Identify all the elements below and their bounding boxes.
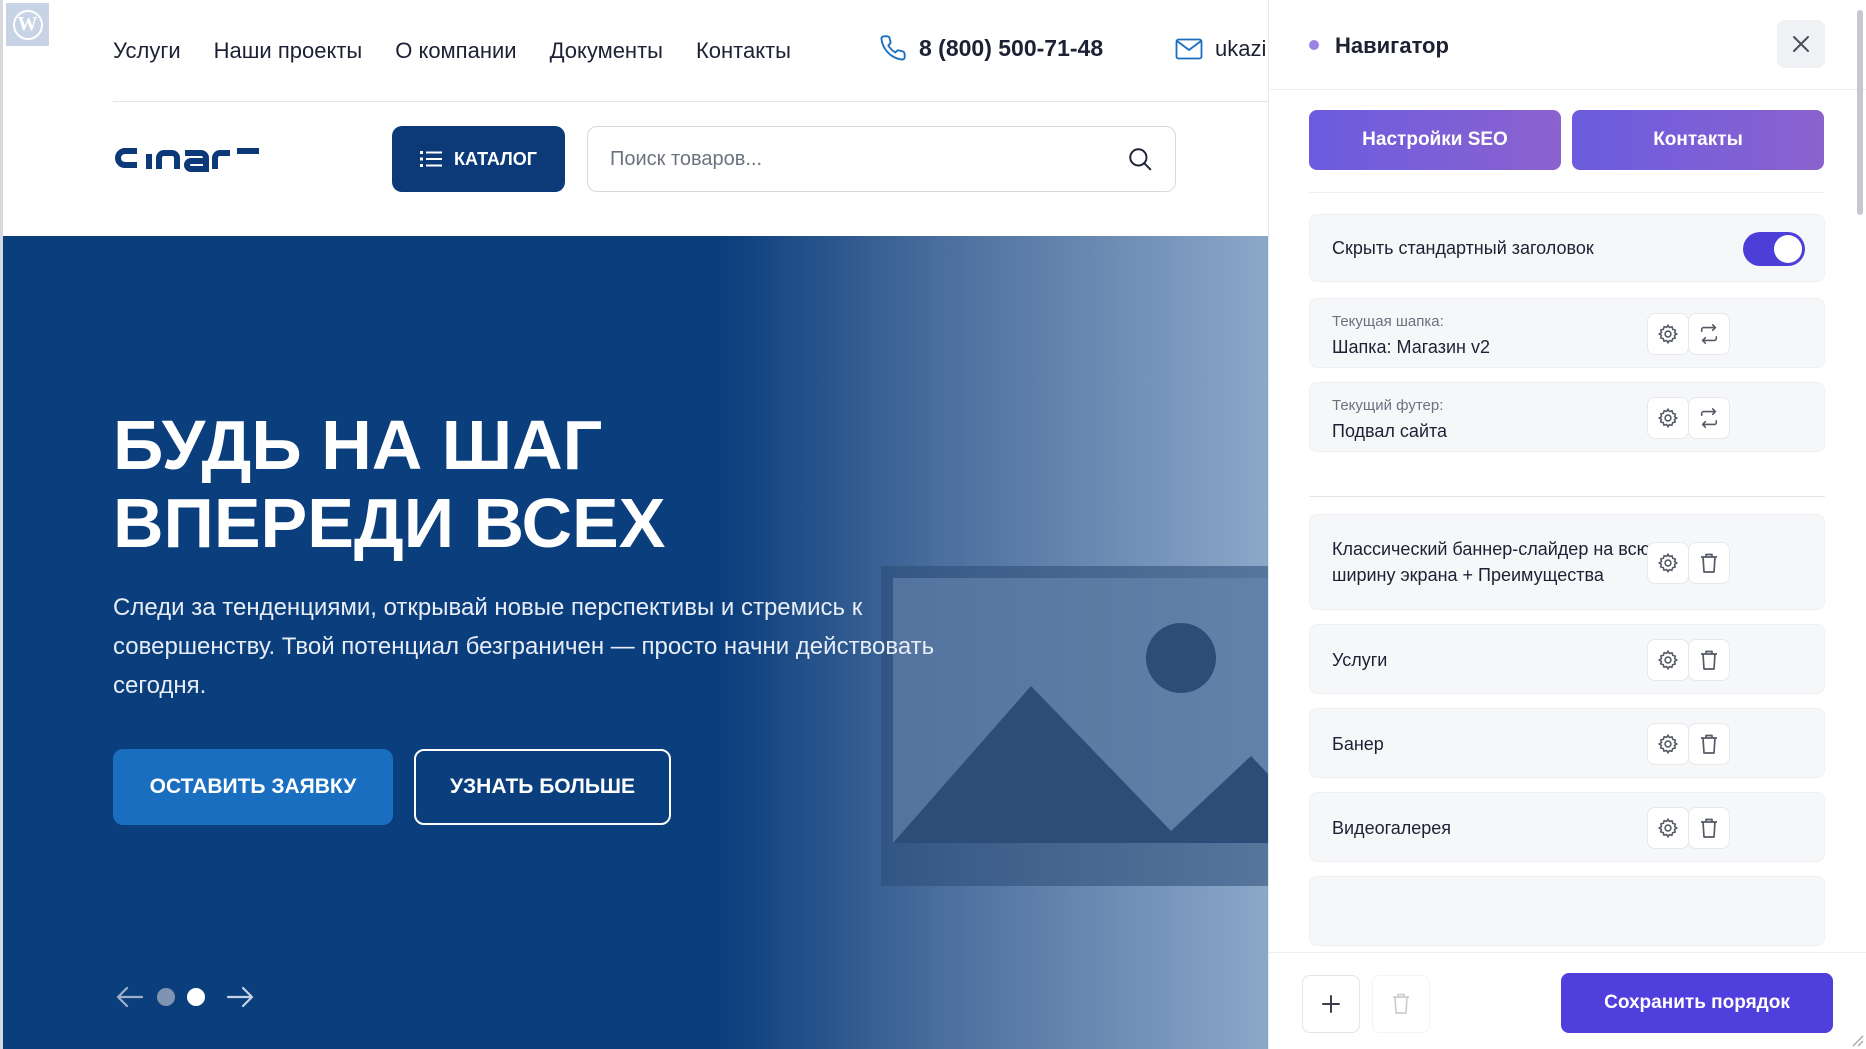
block-label: Классический баннер-слайдер на всю ширин… bbox=[1332, 539, 1651, 585]
block-label: Видеогалерея bbox=[1332, 818, 1452, 838]
hide-header-toggle[interactable] bbox=[1743, 232, 1805, 266]
add-block-button[interactable] bbox=[1302, 975, 1360, 1033]
resize-handle-icon[interactable] bbox=[1850, 1033, 1864, 1047]
site-preview: W Услуги Наши проекты О компании Докумен… bbox=[0, 0, 1268, 1049]
top-navigation: Услуги Наши проекты О компании Документы… bbox=[3, 0, 1268, 102]
navigator-header: Навигатор bbox=[1269, 0, 1866, 90]
hide-header-label: Скрыть стандартный заголовок bbox=[1332, 238, 1594, 258]
slider-prev-arrow-icon[interactable] bbox=[115, 982, 145, 1012]
block-delete-button[interactable] bbox=[1688, 807, 1730, 849]
mail-icon bbox=[1175, 38, 1203, 60]
block-settings-button[interactable] bbox=[1647, 807, 1689, 849]
block-settings-button[interactable] bbox=[1647, 639, 1689, 681]
header-main-bar: КАТАЛОГ bbox=[3, 102, 1268, 236]
nav-link-contacts[interactable]: Контакты bbox=[696, 38, 791, 64]
navigator-title: Навигатор bbox=[1335, 33, 1449, 58]
tab-seo-settings[interactable]: Настройки SEO bbox=[1309, 110, 1561, 170]
hide-header-setting: Скрыть стандартный заголовок bbox=[1309, 214, 1825, 282]
gear-icon bbox=[1657, 552, 1679, 574]
block-item-services[interactable]: Услуги bbox=[1309, 624, 1825, 694]
footer-settings-button[interactable] bbox=[1647, 397, 1689, 439]
search-input[interactable] bbox=[610, 147, 1127, 171]
header-settings-button[interactable] bbox=[1647, 313, 1689, 355]
nav-link-about[interactable]: О компании bbox=[395, 38, 516, 64]
trash-icon bbox=[1701, 818, 1717, 838]
header-swap-button[interactable] bbox=[1688, 313, 1730, 355]
catalog-button[interactable]: КАТАЛОГ bbox=[392, 126, 565, 192]
close-button[interactable] bbox=[1777, 20, 1825, 68]
current-header-value: Шапка: Магазин v2 bbox=[1332, 337, 1490, 357]
navigator-block-list: Скрыть стандартный заголовок Текущая шап… bbox=[1309, 214, 1825, 954]
navigator-panel: Навигатор Настройки SEO Контакты Скрыть … bbox=[1268, 0, 1866, 1049]
hero-title-line-2: ВПЕРЕДИ ВСЕХ bbox=[113, 484, 666, 562]
block-item-partial[interactable] bbox=[1309, 876, 1825, 946]
email-address: ukazi bbox=[1215, 36, 1267, 61]
navigator-header-divider bbox=[1269, 89, 1866, 90]
current-footer-caption: Текущий футер: bbox=[1332, 397, 1444, 414]
tabs-divider bbox=[1309, 192, 1825, 193]
slider-controls bbox=[115, 982, 255, 1012]
hero-title-line-1: БУДЬ НА ШАГ bbox=[113, 406, 603, 484]
site-logo[interactable] bbox=[113, 144, 261, 181]
trash-icon bbox=[1701, 553, 1717, 573]
slider-dot-1[interactable] bbox=[157, 988, 175, 1006]
block-label: Услуги bbox=[1332, 650, 1388, 670]
gear-icon bbox=[1657, 323, 1679, 345]
slider-dot-2[interactable] bbox=[187, 988, 205, 1006]
hero-subtitle: Следи за тенденциями, открывай новые пер… bbox=[113, 594, 935, 699]
email-link[interactable]: ukazi bbox=[1175, 36, 1266, 62]
panel-scrollbar[interactable] bbox=[1857, 10, 1863, 215]
current-footer-value: Подвал сайта bbox=[1332, 421, 1448, 441]
block-item-banner-slider[interactable]: Классический баннер-слайдер на всю ширин… bbox=[1309, 514, 1825, 610]
trash-icon bbox=[1393, 993, 1409, 1014]
block-settings-button[interactable] bbox=[1647, 723, 1689, 765]
search-icon[interactable] bbox=[1127, 146, 1153, 172]
close-icon bbox=[1793, 36, 1809, 52]
block-settings-button[interactable] bbox=[1647, 542, 1689, 584]
gear-icon bbox=[1657, 733, 1679, 755]
nav-link-documents[interactable]: Документы bbox=[550, 38, 663, 64]
list-icon bbox=[419, 151, 442, 167]
catalog-label: КАТАЛОГ bbox=[453, 148, 537, 169]
slider-next-arrow-icon[interactable] bbox=[225, 982, 255, 1012]
gear-icon bbox=[1657, 649, 1679, 671]
block-delete-button[interactable] bbox=[1688, 639, 1730, 681]
phone-link[interactable]: 8 (800) 500-71-48 bbox=[879, 34, 1103, 62]
trash-icon bbox=[1701, 734, 1717, 754]
current-footer-card: Текущий футер: Подвал сайта bbox=[1309, 382, 1825, 452]
block-delete-button[interactable] bbox=[1688, 723, 1730, 765]
list-divider bbox=[1309, 496, 1825, 497]
navigator-tabs: Настройки SEO Контакты bbox=[1309, 110, 1824, 170]
learn-more-button[interactable]: УЗНАТЬ БОЛЬШЕ bbox=[414, 749, 671, 825]
submit-request-button[interactable]: ОСТАВИТЬ ЗАЯВКУ bbox=[113, 749, 393, 825]
current-header-caption: Текущая шапка: bbox=[1332, 313, 1444, 330]
gear-icon bbox=[1657, 817, 1679, 839]
block-delete-button[interactable] bbox=[1688, 542, 1730, 584]
phone-icon bbox=[880, 35, 906, 61]
block-item-video-gallery[interactable]: Видеогалерея bbox=[1309, 792, 1825, 862]
block-label: Банер bbox=[1332, 734, 1384, 754]
hero-banner: БУДЬ НА ШАГ ВПЕРЕДИ ВСЕХ Следи за тенден… bbox=[3, 236, 1268, 1049]
toggle-knob bbox=[1774, 235, 1802, 263]
nav-link-projects[interactable]: Наши проекты bbox=[214, 38, 363, 64]
plus-icon bbox=[1322, 995, 1340, 1013]
footer-swap-button[interactable] bbox=[1688, 397, 1730, 439]
trash-icon bbox=[1701, 650, 1717, 670]
swap-icon bbox=[1700, 324, 1718, 344]
nav-link-services[interactable]: Услуги bbox=[113, 38, 181, 64]
cinar-logo-icon bbox=[115, 148, 259, 172]
status-dot bbox=[1309, 40, 1319, 50]
current-header-card: Текущая шапка: Шапка: Магазин v2 bbox=[1309, 298, 1825, 368]
block-item-banner[interactable]: Банер bbox=[1309, 708, 1825, 778]
delete-block-button[interactable] bbox=[1372, 975, 1430, 1033]
tab-contacts[interactable]: Контакты bbox=[1572, 110, 1824, 170]
swap-icon bbox=[1700, 408, 1718, 428]
hero-title: БУДЬ НА ШАГ ВПЕРЕДИ ВСЕХ bbox=[113, 406, 665, 562]
phone-number: 8 (800) 500-71-48 bbox=[919, 34, 1104, 61]
save-order-button[interactable]: Сохранить порядок bbox=[1561, 973, 1833, 1033]
gear-icon bbox=[1657, 407, 1679, 429]
navigator-footer: Сохранить порядок bbox=[1269, 952, 1866, 1049]
product-search bbox=[587, 126, 1176, 192]
